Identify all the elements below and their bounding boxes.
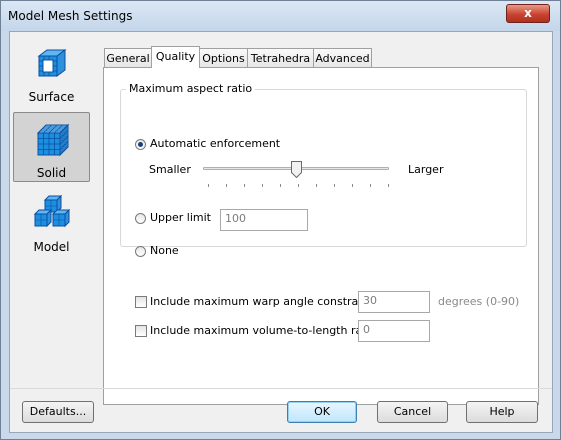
window-title: Model Mesh Settings [8, 9, 133, 23]
slider-tick [316, 184, 317, 187]
cancel-button[interactable]: Cancel [377, 401, 448, 423]
auto-enforcement-label: Automatic enforcement [150, 137, 281, 150]
tab-tetrahedra[interactable]: Tetrahedra [247, 48, 314, 67]
close-icon: x [524, 6, 532, 20]
nav-item-surface[interactable]: Surface [13, 37, 90, 107]
tab-advanced[interactable]: Advanced [313, 48, 372, 67]
tab-quality[interactable]: Quality [151, 46, 200, 68]
upper-limit-radio[interactable] [135, 213, 146, 224]
dialog-client-area: Surface Solid Model General Quality Opti… [9, 31, 553, 433]
nav-label-solid: Solid [36, 166, 67, 180]
aspect-ratio-slider-thumb[interactable] [290, 161, 302, 178]
slider-tick [208, 184, 209, 187]
nav-item-model[interactable]: Model [13, 187, 90, 257]
slider-tick [298, 184, 299, 187]
bottom-separator [10, 388, 552, 389]
slider-tick [280, 184, 281, 187]
close-button[interactable]: x [506, 4, 550, 23]
nav-label-model: Model [33, 240, 70, 254]
warp-angle-unit: degrees (0-90) [438, 295, 520, 308]
upper-limit-label: Upper limit [150, 211, 211, 224]
quality-tab-panel: Maximum aspect ratio Automatic enforceme… [103, 67, 539, 405]
slider-tick [352, 184, 353, 187]
slider-max-label: Larger [408, 163, 444, 176]
defaults-button[interactable]: Defaults... [22, 401, 94, 423]
warp-angle-input[interactable]: 30 [358, 291, 430, 313]
slider-tick [370, 184, 371, 187]
nav-item-solid[interactable]: Solid [13, 112, 90, 182]
title-bar[interactable]: Model Mesh Settings x [1, 1, 560, 31]
slider-tick [226, 184, 227, 187]
volume-ratio-checkbox[interactable] [135, 325, 147, 337]
help-button[interactable]: Help [466, 401, 538, 423]
none-label: None [150, 244, 179, 257]
nav-label-surface: Surface [28, 90, 75, 104]
dialog-window: Model Mesh Settings x Surface Solid Mode… [0, 0, 561, 440]
warp-angle-checkbox[interactable] [135, 296, 147, 308]
tab-general[interactable]: General [104, 48, 152, 67]
auto-enforcement-radio[interactable] [135, 139, 146, 150]
slider-tick [262, 184, 263, 187]
ok-button[interactable]: OK [287, 401, 357, 423]
slider-min-label: Smaller [149, 163, 191, 176]
none-radio[interactable] [135, 246, 146, 257]
surface-mesh-icon [37, 49, 67, 77]
solid-mesh-icon [36, 123, 70, 157]
volume-ratio-input[interactable]: 0 [358, 320, 430, 342]
volume-ratio-label: Include maximum volume-to-length ratio [150, 324, 377, 337]
slider-tick [388, 184, 389, 187]
tab-options[interactable]: Options [199, 48, 248, 67]
warp-angle-label: Include maximum warp angle constraint [150, 295, 373, 308]
upper-limit-input[interactable]: 100 [220, 209, 308, 231]
slider-tick [244, 184, 245, 187]
model-cubes-icon [33, 194, 71, 228]
group-title: Maximum aspect ratio [126, 82, 256, 95]
slider-tick [334, 184, 335, 187]
